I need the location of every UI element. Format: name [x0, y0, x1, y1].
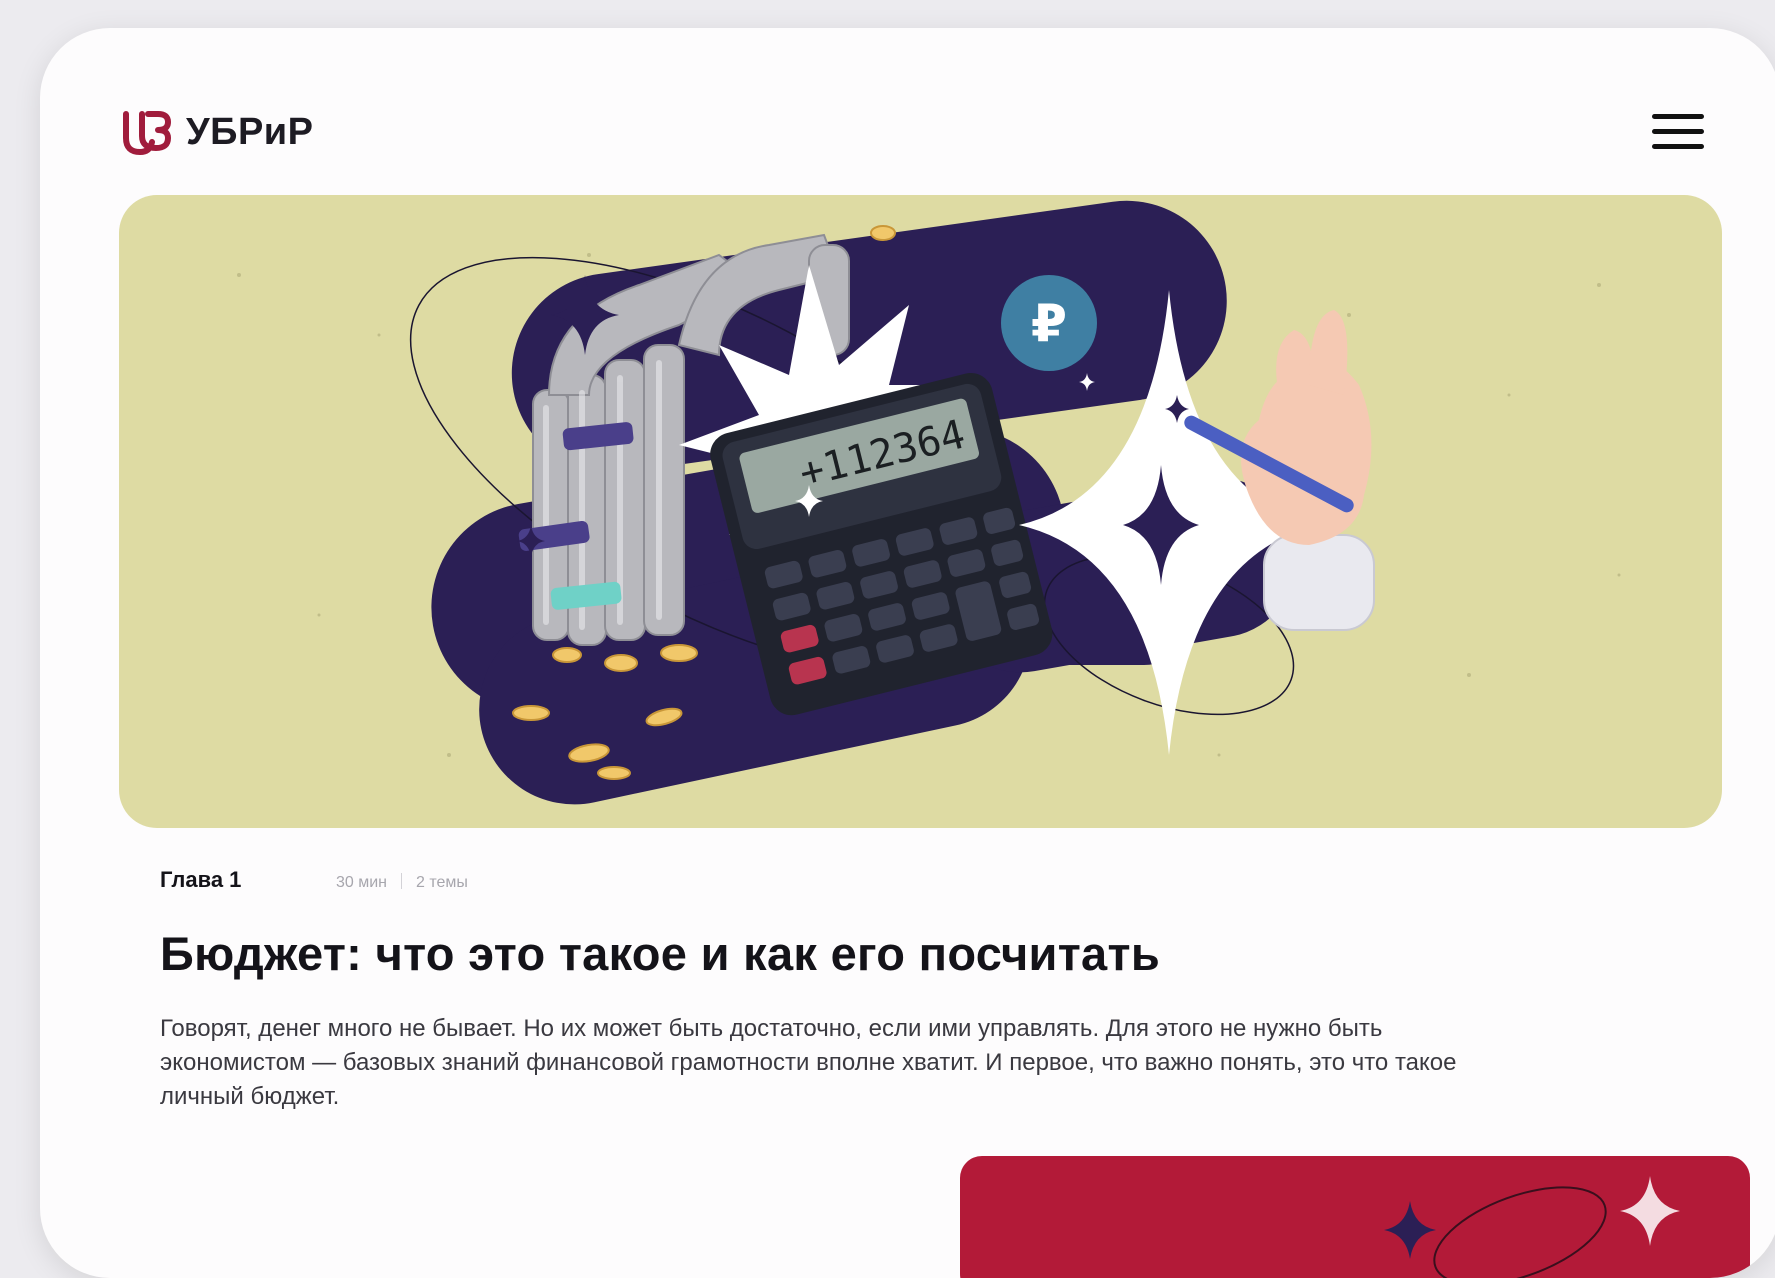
lesson-duration: 30 мин	[336, 874, 388, 891]
ubrir-logo-icon	[123, 111, 171, 156]
svg-text:₽: ₽	[1031, 294, 1067, 354]
budget-illustration: ₽ +112364	[237, 200, 1621, 805]
hamburger-menu-button[interactable]	[1652, 114, 1704, 158]
next-card-illustration	[1384, 1176, 1680, 1278]
chapter-label: Глава 1	[160, 867, 242, 892]
lesson-meta: Глава 1 30 мин 2 темы	[160, 867, 468, 893]
hero-illustration: ₽ +112364	[119, 195, 1722, 828]
brand-name: УБРиР	[186, 110, 314, 153]
meta-divider	[401, 873, 403, 889]
lesson-card: УБРиР ₽ +112364 Глава 1 30 мин 2 темы Бю…	[40, 28, 1775, 1278]
next-chapter-card[interactable]	[960, 1156, 1750, 1278]
rouble-coin-icon: ₽	[1001, 275, 1097, 371]
lesson-title: Бюджет: что это такое и как его посчитат…	[160, 927, 1161, 980]
brand-logo[interactable]: УБРиР	[118, 108, 314, 156]
lesson-description: Говорят, денег много не бывает. Но их мо…	[160, 1015, 1457, 1110]
lesson-topics-count: 2 темы	[416, 874, 468, 891]
hamburger-icon	[1652, 114, 1704, 119]
